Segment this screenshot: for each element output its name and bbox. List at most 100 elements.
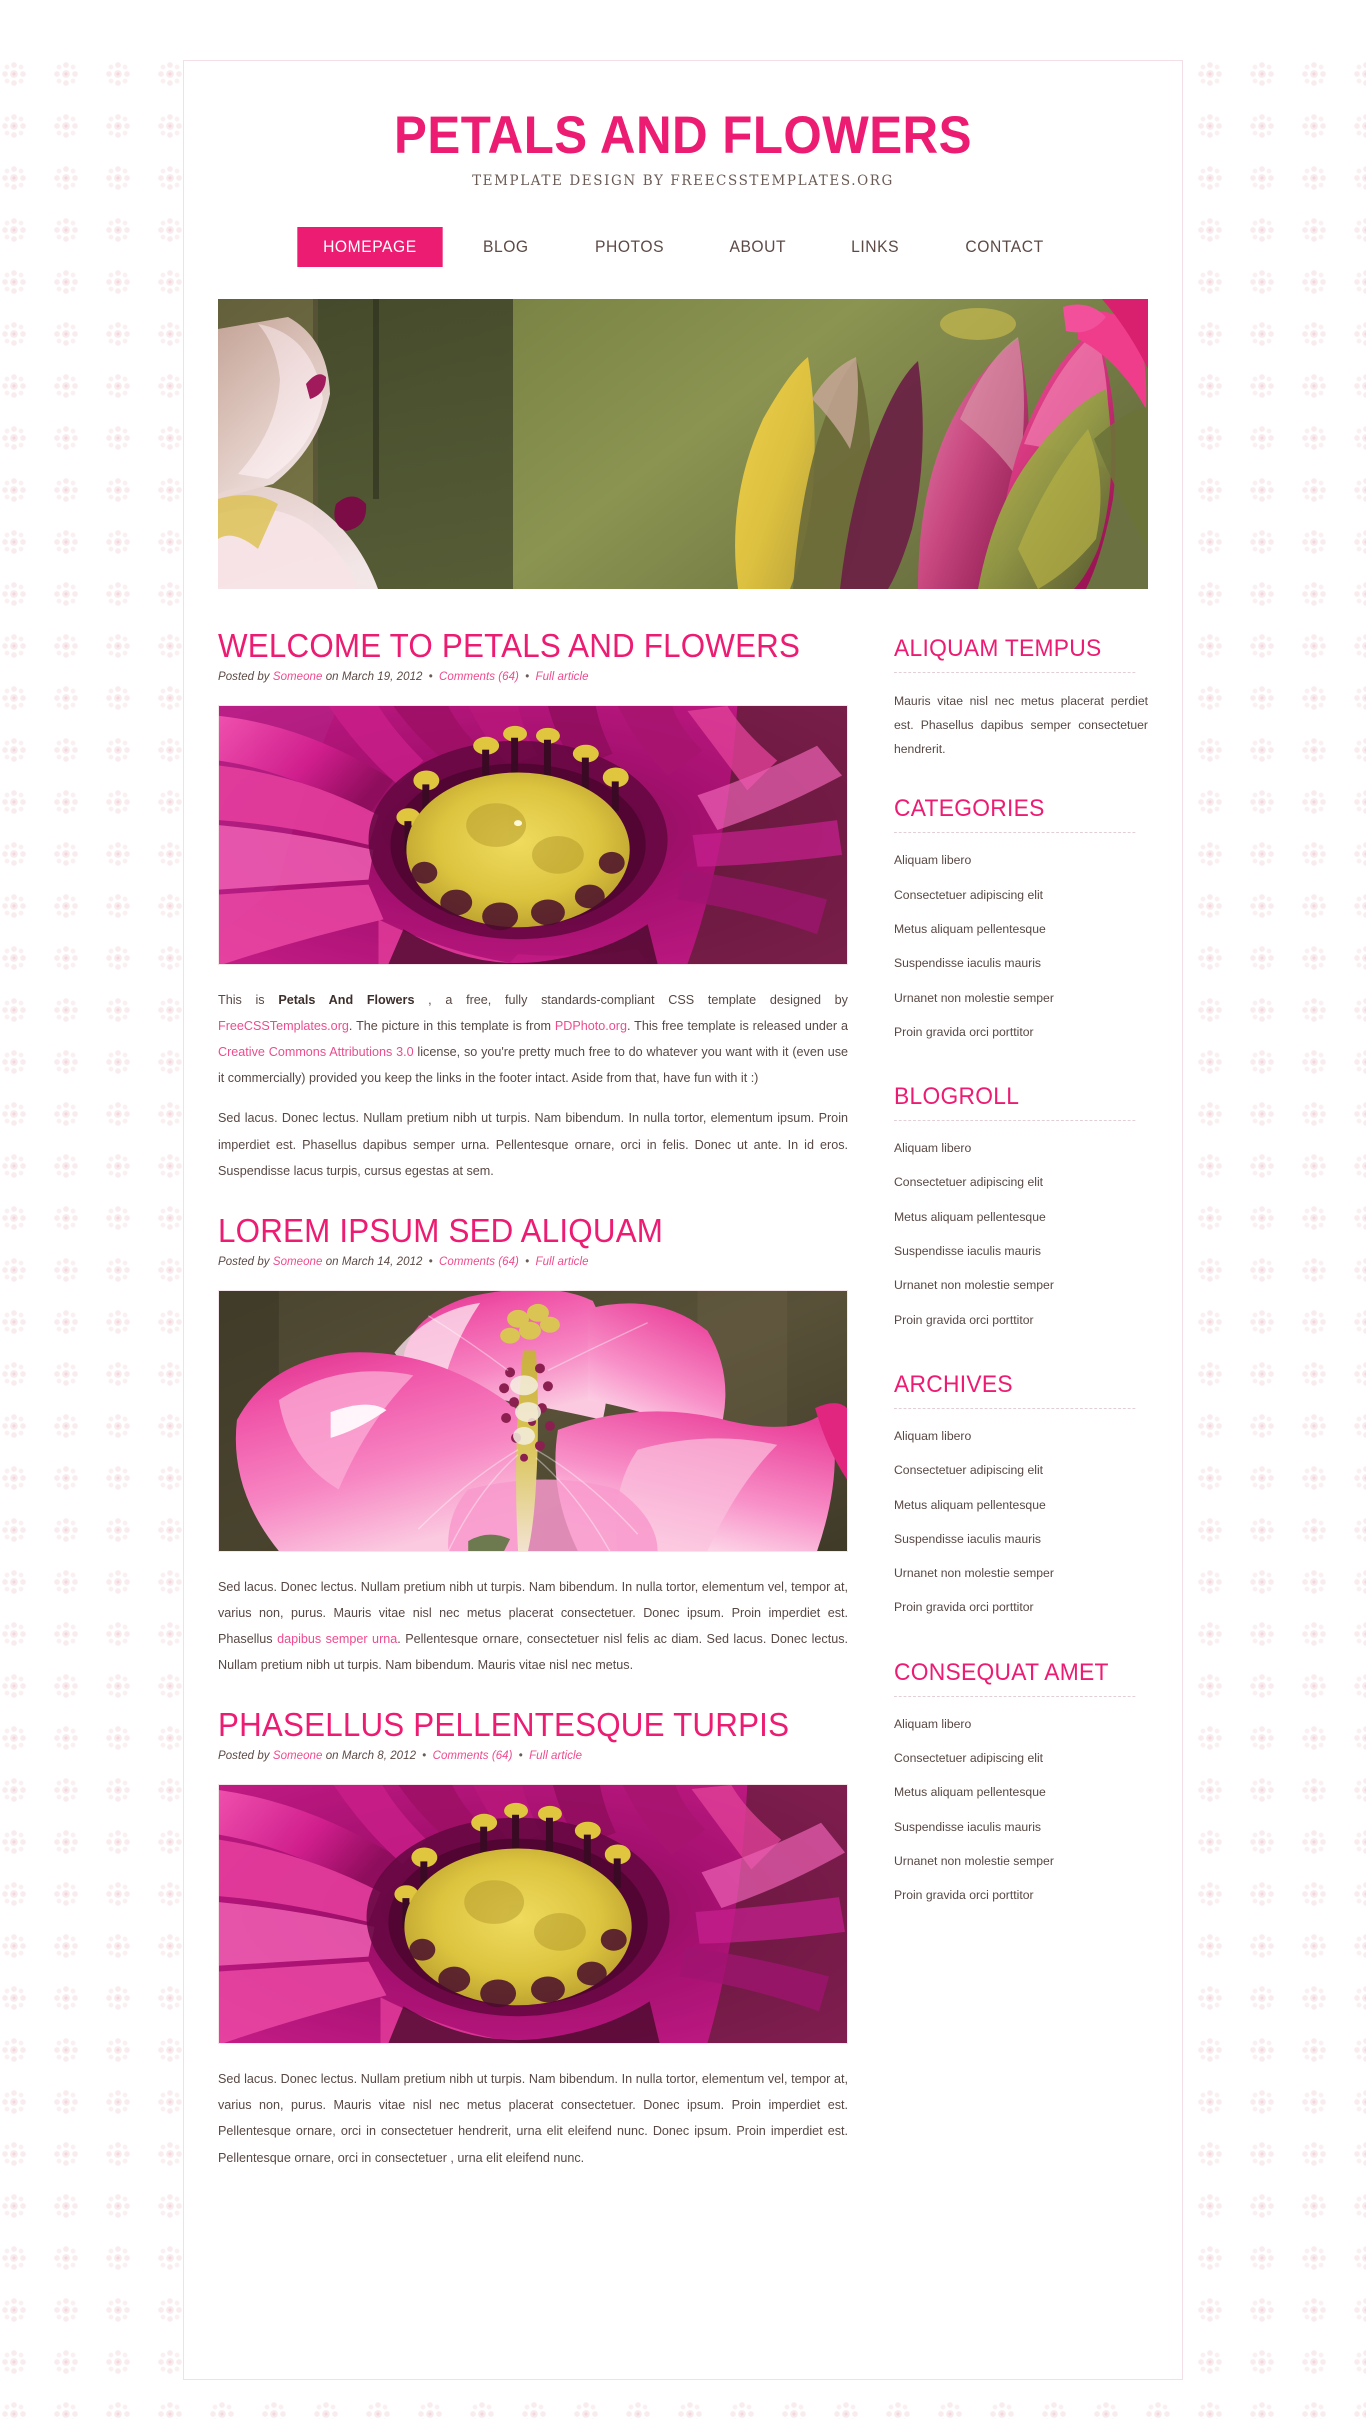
list-item[interactable]: Suspendisse iaculis mauris: [894, 1234, 1148, 1268]
post-comments-link[interactable]: Comments (64): [439, 671, 519, 683]
sidebar-link[interactable]: Suspendisse iaculis mauris: [894, 1234, 1148, 1268]
creative-commons-link[interactable]: Creative Commons Attributions 3.0: [218, 1045, 414, 1059]
sidebar-link[interactable]: Consectetuer adipiscing elit: [894, 1165, 1148, 1199]
sidebar-box-archives: ARCHIVES Aliquam libero Consectetuer adi…: [894, 1371, 1148, 1625]
site-tagline: TEMPLATE DESIGN BY FREECSSTEMPLATES.ORG: [472, 173, 894, 189]
posted-by-label: Posted by: [218, 670, 270, 683]
sidebar-link[interactable]: Aliquam libero: [894, 843, 1148, 877]
freecsstemplates-link[interactable]: FreeCSSTemplates.org: [218, 1019, 349, 1033]
nav-link-about[interactable]: ABOUT: [704, 227, 812, 267]
sidebar-link[interactable]: Urnanet non molestie semper: [894, 1268, 1148, 1302]
list-item[interactable]: Aliquam libero: [894, 1131, 1148, 1165]
sidebar-link[interactable]: Proin gravida orci porttitor: [894, 1590, 1148, 1624]
sidebar-heading: CATEGORIES: [894, 795, 1136, 834]
sidebar-link[interactable]: Urnanet non molestie semper: [894, 1556, 1148, 1590]
list-item[interactable]: Urnanet non molestie semper: [894, 981, 1148, 1015]
sidebar-link[interactable]: Urnanet non molestie semper: [894, 981, 1148, 1015]
para-text: . The picture in this template is from: [348, 1018, 555, 1033]
posted-by-label: Posted by: [218, 1749, 270, 1762]
post-full-article-link[interactable]: Full article: [529, 1750, 582, 1762]
nav-link-photos[interactable]: PHOTOS: [569, 227, 690, 267]
list-item[interactable]: Aliquam libero: [894, 843, 1148, 877]
post-comments-link[interactable]: Comments (64): [433, 1750, 513, 1762]
list-item[interactable]: Metus aliquam pellentesque: [894, 1488, 1148, 1522]
sidebar-list: Aliquam libero Consectetuer adipiscing e…: [894, 1707, 1148, 1913]
list-item[interactable]: Suspendisse iaculis mauris: [894, 1810, 1148, 1844]
sidebar-link[interactable]: Aliquam libero: [894, 1419, 1148, 1453]
sidebar-link[interactable]: Proin gravida orci porttitor: [894, 1303, 1148, 1337]
list-item[interactable]: Metus aliquam pellentesque: [894, 1775, 1148, 1809]
list-item[interactable]: Suspendisse iaculis mauris: [894, 946, 1148, 980]
sidebar-link[interactable]: Metus aliquam pellentesque: [894, 1775, 1148, 1809]
sidebar-link[interactable]: Consectetuer adipiscing elit: [894, 878, 1148, 912]
dapibus-link[interactable]: dapibus semper urna: [277, 1632, 397, 1646]
sidebar-link[interactable]: Urnanet non molestie semper: [894, 1844, 1148, 1878]
post-image: [218, 1783, 848, 2044]
post-meta: Posted by Someone on March 8, 2012 • Com…: [218, 1750, 848, 1762]
nav-link-contact[interactable]: CONTACT: [939, 227, 1069, 267]
nav-item-blog[interactable]: BLOG: [453, 227, 559, 267]
post-body: This is Petals And Flowers , a free, ful…: [218, 987, 848, 1184]
sidebar-link[interactable]: Consectetuer adipiscing elit: [894, 1741, 1148, 1775]
sidebar-link[interactable]: Suspendisse iaculis mauris: [894, 946, 1148, 980]
meta-separator: •: [518, 1749, 523, 1762]
list-item[interactable]: Suspendisse iaculis mauris: [894, 1522, 1148, 1556]
meta-separator: •: [525, 1255, 530, 1268]
sidebar-heading: CONSEQUAT AMET: [894, 1659, 1136, 1697]
post-comments-link[interactable]: Comments (64): [439, 1256, 519, 1268]
list-item[interactable]: Proin gravida orci porttitor: [894, 1303, 1148, 1337]
post-date: March 8, 2012: [341, 1749, 417, 1762]
nav-item-homepage[interactable]: HOMEPAGE: [291, 227, 449, 267]
sidebar-link[interactable]: Metus aliquam pellentesque: [894, 1488, 1148, 1522]
list-item[interactable]: Consectetuer adipiscing elit: [894, 878, 1148, 912]
nav-item-links[interactable]: LINKS: [821, 227, 929, 267]
sidebar-link[interactable]: Proin gravida orci porttitor: [894, 1015, 1148, 1049]
list-item[interactable]: Proin gravida orci porttitor: [894, 1878, 1148, 1912]
post-author-link[interactable]: Someone: [273, 1256, 323, 1268]
sidebar-link[interactable]: Suspendisse iaculis mauris: [894, 1810, 1148, 1844]
meta-separator: •: [428, 1255, 433, 1268]
main-content: WELCOME TO PETALS AND FLOWERS Posted by …: [218, 628, 848, 2201]
list-item[interactable]: Urnanet non molestie semper: [894, 1844, 1148, 1878]
post-body: Sed lacus. Donec lectus. Nullam pretium …: [218, 2066, 848, 2171]
list-item[interactable]: Urnanet non molestie semper: [894, 1268, 1148, 1302]
sidebar-heading: BLOGROLL: [894, 1083, 1136, 1122]
list-item[interactable]: Consectetuer adipiscing elit: [894, 1165, 1148, 1199]
sidebar-heading: ARCHIVES: [894, 1371, 1136, 1409]
sidebar-link[interactable]: Suspendisse iaculis mauris: [894, 1522, 1148, 1556]
list-item[interactable]: Aliquam libero: [894, 1707, 1148, 1741]
post-full-article-link[interactable]: Full article: [536, 671, 589, 683]
sidebar-link[interactable]: Metus aliquam pellentesque: [894, 912, 1148, 946]
list-item[interactable]: Aliquam libero: [894, 1419, 1148, 1453]
nav-item-contact[interactable]: CONTACT: [934, 227, 1075, 267]
post-phasellus: PHASELLUS PELLENTESQUE TURPIS Posted by …: [218, 1708, 848, 2170]
post-full-article-link[interactable]: Full article: [536, 1256, 589, 1268]
list-item[interactable]: Metus aliquam pellentesque: [894, 912, 1148, 946]
posted-by-label: Posted by: [218, 1255, 270, 1268]
list-item[interactable]: Proin gravida orci porttitor: [894, 1015, 1148, 1049]
sidebar-link[interactable]: Proin gravida orci porttitor: [894, 1878, 1148, 1912]
site-wrapper: PETALS AND FLOWERS TEMPLATE DESIGN BY FR…: [183, 60, 1183, 2380]
nav-item-photos[interactable]: PHOTOS: [564, 227, 695, 267]
post-author-link[interactable]: Someone: [273, 671, 323, 683]
list-item[interactable]: Urnanet non molestie semper: [894, 1556, 1148, 1590]
list-item[interactable]: Consectetuer adipiscing elit: [894, 1453, 1148, 1487]
nav-item-about[interactable]: ABOUT: [699, 227, 817, 267]
sidebar-box-consequat-amet: CONSEQUAT AMET Aliquam libero Consectetu…: [894, 1659, 1148, 1913]
list-item[interactable]: Proin gravida orci porttitor: [894, 1590, 1148, 1624]
nav-link-homepage[interactable]: HOMEPAGE: [297, 227, 443, 267]
sidebar-list: Aliquam libero Consectetuer adipiscing e…: [894, 1419, 1148, 1625]
sidebar-link[interactable]: Consectetuer adipiscing elit: [894, 1453, 1148, 1487]
nav-link-links[interactable]: LINKS: [825, 227, 924, 267]
sidebar-link[interactable]: Aliquam libero: [894, 1707, 1148, 1741]
list-item[interactable]: Consectetuer adipiscing elit: [894, 1741, 1148, 1775]
page-body: WELCOME TO PETALS AND FLOWERS Posted by …: [218, 589, 1148, 2201]
post-author-link[interactable]: Someone: [273, 1750, 323, 1762]
post-image: [218, 1289, 848, 1552]
list-item[interactable]: Metus aliquam pellentesque: [894, 1200, 1148, 1234]
post-paragraph-1: This is Petals And Flowers , a free, ful…: [218, 987, 848, 1092]
sidebar-link[interactable]: Metus aliquam pellentesque: [894, 1200, 1148, 1234]
sidebar-link[interactable]: Aliquam libero: [894, 1131, 1148, 1165]
nav-link-blog[interactable]: BLOG: [458, 227, 555, 267]
pdphoto-link[interactable]: PDPhoto.org: [555, 1019, 627, 1033]
